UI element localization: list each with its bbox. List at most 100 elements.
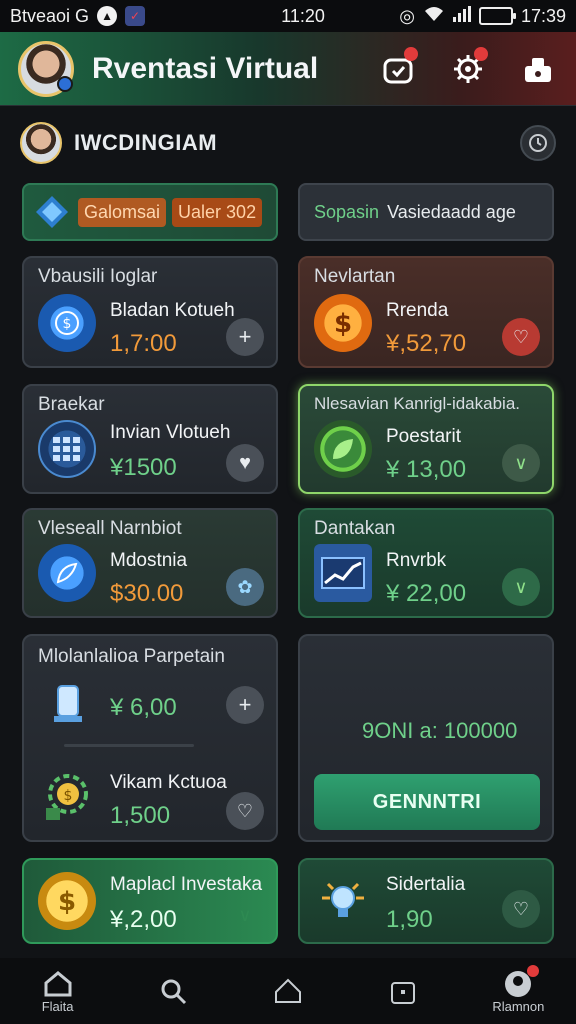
tab-balance-pill: Ualer 302	[172, 197, 263, 227]
settings-button[interactable]: ✿	[226, 568, 264, 606]
page-title: Rventasi Virtual	[92, 51, 319, 85]
gear-icon: ✿	[237, 576, 253, 597]
tab-balance-label: Galomsai	[78, 197, 167, 227]
nav-home[interactable]: Flaita	[23, 969, 93, 1014]
notification-badge	[404, 46, 418, 61]
card-value: ¥,2,00	[110, 906, 177, 933]
add-button[interactable]: +	[226, 318, 264, 356]
user-avatar[interactable]	[20, 122, 62, 164]
expand-button[interactable]: ∨	[502, 568, 540, 606]
user-name: IWCDINGIAM	[74, 130, 218, 155]
bottom-nav: Flaita Rlamnon	[0, 958, 576, 1024]
tab-right-label: Vasiedaadd age	[387, 201, 516, 222]
expand-button[interactable]: ∨	[226, 896, 264, 934]
profile-badge	[527, 964, 540, 977]
chart-icon	[314, 544, 372, 602]
lightbulb-icon	[314, 872, 372, 930]
heart-icon: ♡	[512, 898, 530, 919]
dollar-coin-icon: $	[314, 294, 372, 352]
money-gear-icon: $	[38, 766, 98, 826]
heart-icon: ♥	[239, 451, 251, 474]
card-value: ¥,52,70	[386, 330, 467, 357]
wallet-icon	[525, 57, 551, 82]
nav-search[interactable]	[138, 976, 208, 1006]
clock-icon	[529, 134, 547, 152]
card-value: 1,90	[386, 906, 433, 933]
coin-icon: $	[38, 294, 96, 352]
favorite-button[interactable]: ♡	[502, 890, 540, 928]
add-button[interactable]: +	[226, 686, 264, 724]
generate-button[interactable]: GENNNTRI	[314, 774, 540, 830]
svg-text:$: $	[64, 788, 73, 804]
investment-card[interactable]: Braekar Invian Vlotueh ¥1500 ♥	[22, 384, 278, 494]
avatar[interactable]	[18, 40, 74, 97]
favorite-button[interactable]: ♡	[226, 792, 264, 830]
chevron-down-icon: ∨	[514, 452, 528, 473]
tab-vasiedaadd[interactable]: Sopasin Vasiedaadd age	[298, 183, 554, 241]
user-row: IWCDINGIAM	[20, 118, 556, 168]
wallet-button[interactable]	[518, 49, 558, 89]
home-icon	[43, 969, 73, 999]
card-heading: Mlolanlalioa Parpetain	[38, 646, 225, 667]
card-value: ¥ 13,00	[386, 456, 467, 483]
diamond-icon	[36, 196, 68, 228]
nav-profile-label: Rlamnon	[492, 998, 545, 1014]
svg-text:$: $	[58, 887, 76, 916]
expand-button[interactable]: ∨	[502, 444, 540, 482]
app-header: Rventasi Virtual	[0, 32, 576, 106]
settings-badge	[474, 46, 488, 61]
card-value: ¥ 22,00	[386, 580, 467, 607]
settings-button[interactable]	[448, 46, 488, 89]
signal-icon	[452, 5, 471, 27]
svg-text:$: $	[334, 309, 352, 338]
card-heading: Braekar	[38, 394, 105, 415]
investment-card[interactable]: Vbausili Ioglar $ Bladan Kotueh 1,7:00 +	[22, 256, 278, 368]
investment-card[interactable]: Nevlartan $ Rrenda ¥,52,70 ♡	[298, 256, 554, 368]
investment-card[interactable]: Vleseall Narnbiot Mdostnia $30.00 ✿	[22, 508, 278, 618]
status-time-right: 17:39	[520, 5, 566, 26]
notification-app-icon: ▲	[97, 6, 118, 26]
card-value: 1,500	[110, 802, 171, 829]
leaf-icon	[314, 420, 372, 478]
card-heading: Nlesavian Kanrigl-idakabia.	[314, 394, 521, 413]
nav-home-label: Flaita	[41, 998, 74, 1014]
chevron-down-icon: ∨	[514, 576, 528, 597]
house-outline-icon	[273, 976, 303, 1006]
card-name: Bladan Kotueh	[110, 300, 235, 321]
investment-card[interactable]: Nlesavian Kanrigl-idakabia. Poestarit ¥ …	[298, 384, 554, 494]
purchase-amount: 9ONI a: 100000	[362, 718, 518, 743]
time-button[interactable]	[520, 125, 556, 161]
chevron-down-icon: ∨	[238, 904, 252, 925]
card-name: Sidertalia	[386, 874, 466, 895]
plus-icon: +	[238, 324, 252, 349]
card-name: Rnvrbk	[386, 550, 447, 571]
app-shortcut-icon: ✓	[125, 6, 146, 26]
favorite-button[interactable]: ♥	[226, 444, 264, 482]
favorite-button[interactable]: ♡	[502, 318, 540, 356]
tab-balance[interactable]: Galomsai Ualer 302	[22, 183, 278, 241]
grid-icon	[38, 420, 96, 478]
nav-profile[interactable]: Rlamnon	[483, 964, 553, 1014]
nav-dashboard[interactable]	[253, 976, 323, 1006]
notifications-button[interactable]	[378, 46, 418, 89]
card-name: Rrenda	[386, 300, 449, 321]
nav-wallet[interactable]	[368, 976, 438, 1006]
carrier-label: Btveaoi G	[10, 5, 90, 26]
online-indicator	[57, 75, 73, 92]
svg-text:$: $	[63, 316, 72, 332]
card-heading: Nevlartan	[314, 266, 396, 287]
card-name: Mdostnia	[110, 550, 188, 571]
investment-card[interactable]: Sidertalia 1,90 ♡	[298, 858, 554, 944]
investment-card-group[interactable]: Mlolanlalioa Parpetain ¥ 6,00 + $ Vikam …	[22, 634, 278, 842]
investment-card[interactable]: Dantakan Rnvrbk ¥ 22,00 ∨	[298, 508, 554, 618]
card-value: 1,7:00	[110, 330, 177, 357]
card-heading: Vleseall Narnbiot	[38, 518, 182, 539]
status-time-center: 11:20	[281, 5, 325, 26]
search-icon	[158, 976, 188, 1006]
investment-card[interactable]: $ Maplacl Investaka ¥,2,00 ∨	[22, 858, 278, 944]
gold-coin-icon: $	[38, 872, 96, 930]
card-name: Invian Vlotueh	[110, 422, 231, 443]
card-name: Maplacl Investaka	[110, 874, 263, 895]
card-heading: Dantakan	[314, 518, 396, 539]
water-tank-icon	[44, 680, 92, 728]
